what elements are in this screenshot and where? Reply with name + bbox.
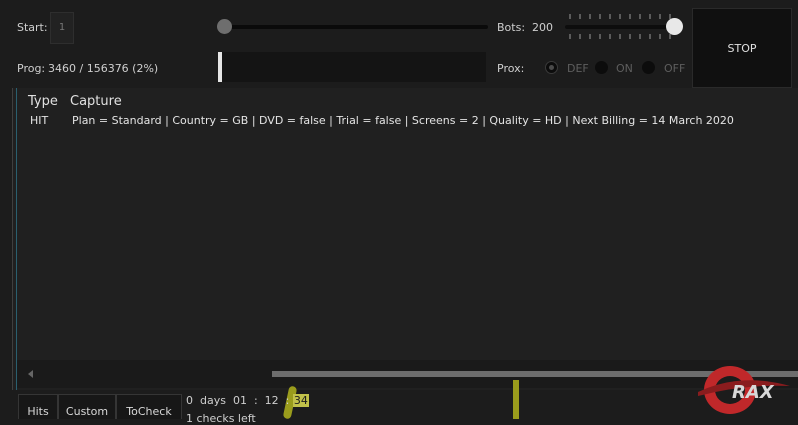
tab-hits[interactable]: Hits bbox=[18, 394, 58, 419]
bots-slider-track[interactable] bbox=[565, 25, 677, 29]
tab-custom[interactable]: Custom bbox=[58, 394, 116, 419]
start-slider-knob[interactable] bbox=[217, 19, 232, 34]
results-panel bbox=[12, 88, 798, 390]
tab-tocheck[interactable]: ToCheck bbox=[116, 394, 182, 419]
table-row-capture[interactable]: Plan = Standard | Country = GB | DVD = f… bbox=[72, 114, 734, 127]
prox-label-on: ON bbox=[616, 62, 633, 75]
start-slider-track[interactable] bbox=[220, 25, 488, 29]
timer-prefix: 0 days 01 : 12 : bbox=[186, 394, 293, 407]
background-decoration bbox=[513, 380, 519, 419]
progress-fill bbox=[218, 52, 222, 82]
prox-radio-on[interactable] bbox=[595, 61, 608, 74]
column-header-type[interactable]: Type bbox=[28, 94, 58, 109]
bots-label: Bots: bbox=[497, 21, 526, 34]
elapsed-timer: 0 days 01 : 12 : 34 bbox=[186, 394, 309, 407]
triangle-left-icon[interactable] bbox=[28, 370, 33, 378]
prog-text: 3460 / 156376 (2%) bbox=[48, 62, 159, 75]
prox-radio-off[interactable] bbox=[642, 61, 655, 74]
prox-label: Prox: bbox=[497, 62, 525, 75]
progress-bar bbox=[218, 52, 486, 82]
prog-label: Prog: bbox=[17, 62, 46, 75]
bots-value: 200 bbox=[532, 21, 553, 34]
column-header-capture[interactable]: Capture bbox=[70, 94, 122, 109]
table-row-type[interactable]: HIT bbox=[30, 114, 48, 127]
prox-label-off: OFF bbox=[664, 62, 686, 75]
timer-seconds: 34 bbox=[292, 394, 309, 407]
svg-text:RAX: RAX bbox=[732, 382, 775, 403]
start-label: Start: bbox=[17, 21, 48, 34]
panel-accent-border bbox=[16, 88, 17, 390]
bots-slider-knob[interactable] bbox=[666, 18, 683, 35]
stop-button[interactable]: STOP bbox=[692, 8, 792, 88]
prox-radio-def[interactable] bbox=[545, 61, 558, 74]
start-input[interactable]: 1 bbox=[50, 12, 74, 44]
prox-label-def: DEF bbox=[567, 62, 589, 75]
crax-logo: RAX bbox=[698, 366, 790, 414]
